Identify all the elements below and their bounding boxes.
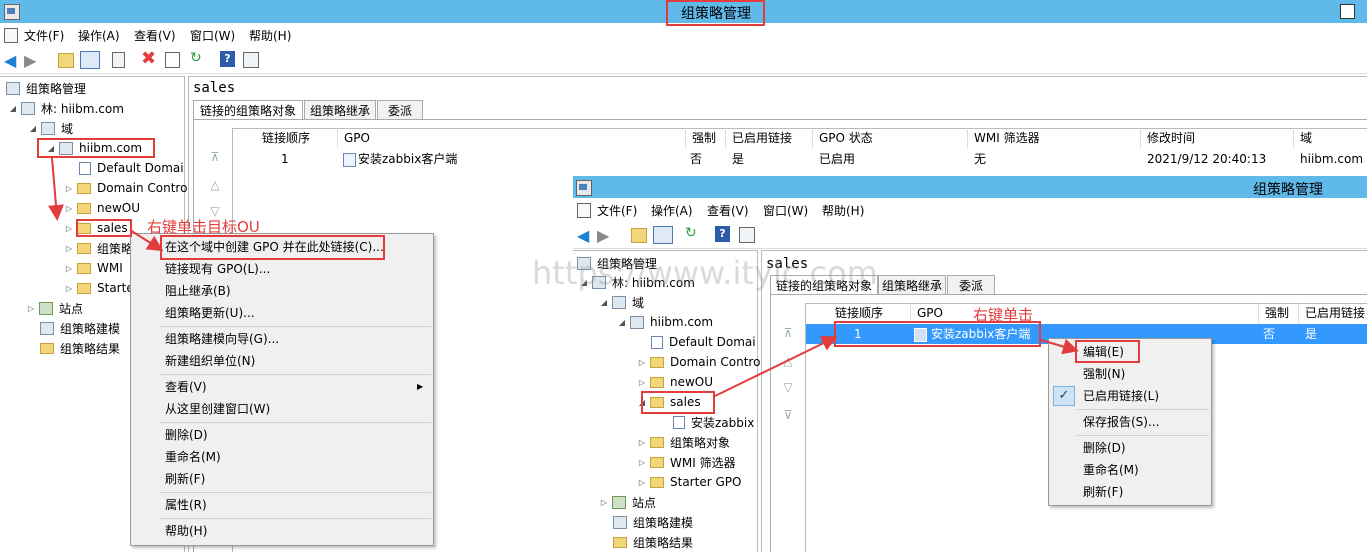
arrow-row-to-edit — [1040, 338, 1079, 355]
watermark: https://www.itylc.com — [532, 254, 878, 292]
arrow-sales-to-menu — [129, 229, 164, 252]
arrow-domain-to-sales — [48, 157, 64, 221]
arrow-sales-to-row — [714, 336, 838, 397]
